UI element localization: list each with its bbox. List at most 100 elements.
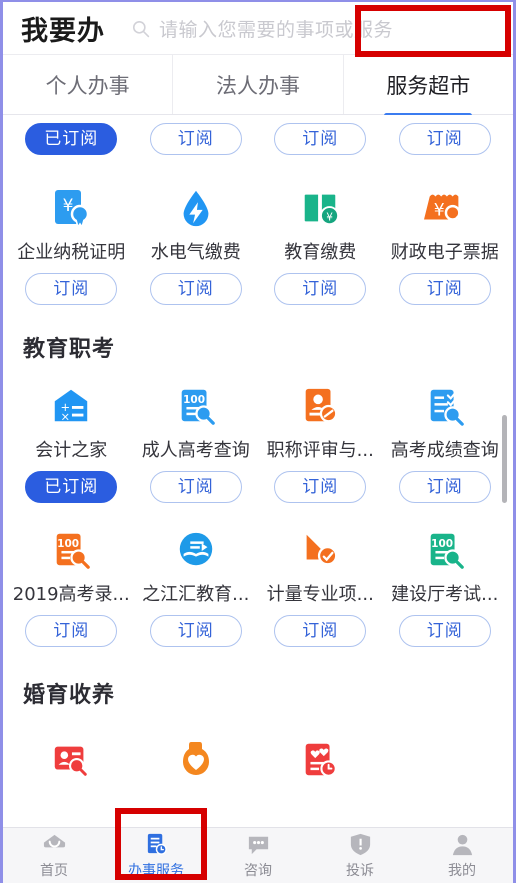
list-item[interactable]: ¥ 企业纳税证明 订阅 [9,177,134,305]
list-item-label: 高考成绩查询 [390,440,499,461]
subscribe-button[interactable]: 订阅 [398,123,491,155]
construction-exam-icon: 100 [422,527,468,573]
chat-icon [245,832,271,858]
tab-legal-label: 法人办事 [215,73,300,98]
nav-item-complaint[interactable]: 投诉 [309,828,411,883]
subscribe-button[interactable]: 订阅 [149,123,242,155]
marriage-record-query-icon [48,737,94,783]
birth-record-icon [297,737,343,783]
subscribe-button[interactable]: 订阅 [398,615,491,647]
nav-item-services[interactable]: 办事服务 [105,828,207,883]
nav-item-home[interactable]: 首页 [3,828,105,883]
list-item[interactable]: ¥ 教育缴费 订阅 [258,177,383,305]
list-item-label: 财政电子票据 [390,242,499,263]
metrology-project-icon [297,527,343,573]
list-item[interactable]: + × 会计之家 已订阅 [9,375,134,503]
list-item[interactable]: 100 建设厅考试... 订阅 [383,519,508,647]
list-item[interactable] [9,729,134,799]
education-payment-icon: ¥ [297,185,343,231]
list-item[interactable] [134,729,259,799]
nav-item-consult[interactable]: 咨询 [207,828,309,883]
tax-certificate-icon: ¥ [48,185,94,231]
vertical-scrollbar[interactable] [502,415,507,503]
service-doc-icon [143,832,169,858]
subscribe-button[interactable]: 订阅 [274,615,367,647]
list-item-label: 会计之家 [35,440,108,461]
list-item-label: 之江汇教育... [142,584,250,605]
subscribe-button[interactable]: 订阅 [25,615,118,647]
subscribe-button[interactable]: 订阅 [149,615,242,647]
list-item[interactable]: 之江汇教育... 订阅 [134,519,259,647]
app-screen: 我要办 请输入您需要的事项或服务 个人办事 法人办事 服务超市 已订阅 订阅 订… [0,0,516,883]
svg-text:100: 100 [431,538,453,550]
list-item-label: 成人高考查询 [141,440,250,461]
complaint-shield-icon [347,832,373,858]
svg-text:¥: ¥ [326,211,333,223]
list-item[interactable]: 水电气缴费 订阅 [134,177,259,305]
nav-item-profile[interactable]: 我的 [411,828,513,883]
list-item-label: 水电气缴费 [150,242,241,263]
list-item[interactable]: 100 2019高考录... 订阅 [9,519,134,647]
utility-payment-icon [173,185,219,231]
subscribe-button[interactable]: 订阅 [274,471,367,503]
list-item-label: 职称评审与... [266,440,374,461]
accounting-home-icon: + × [48,383,94,429]
user-profile-icon [449,832,475,858]
list-item[interactable]: 订阅 [383,123,508,155]
subscribe-button[interactable]: 已订阅 [25,471,118,503]
list-item[interactable]: 订阅 [134,123,259,155]
tab-personal[interactable]: 个人办事 [3,55,174,114]
list-item[interactable]: 订阅 [258,123,383,155]
list-item[interactable]: 高考成绩查询 订阅 [383,375,508,503]
nav-item-services-label: 办事服务 [128,862,184,879]
list-item[interactable]: 职称评审与... 订阅 [258,375,383,503]
search-placeholder: 请输入您需要的事项或服务 [159,18,394,41]
page-title: 我要办 [21,15,105,47]
service-row-education-2: 100 2019高考录... 订阅 之江汇教育... 订阅 计量专业项... 订… [3,503,513,647]
svg-text:×: × [61,409,71,423]
section-title-education: 教育职考 [23,337,116,362]
subscribe-button[interactable]: 订阅 [274,123,367,155]
tab-personal-label: 个人办事 [45,73,130,98]
search-icon [131,19,150,38]
gaokao-score-icon [422,383,468,429]
partial-service-row: 已订阅 订阅 订阅 订阅 [3,115,513,155]
subscribe-button[interactable]: 订阅 [149,273,242,305]
tab-legal[interactable]: 法人办事 [173,55,344,114]
subscribe-button[interactable]: 订阅 [398,273,491,305]
subscribe-button[interactable]: 订阅 [149,471,242,503]
tab-bar: 个人办事 法人办事 服务超市 [3,54,513,115]
home-icon [41,832,67,858]
list-item[interactable]: 已订阅 [9,123,134,155]
nav-item-complaint-label: 投诉 [346,862,374,879]
nav-item-home-label: 首页 [40,862,68,879]
zhijianghui-edu-icon [173,527,219,573]
subscribe-button[interactable]: 已订阅 [25,123,118,155]
list-item-label: 2019高考录... [12,584,130,605]
list-item[interactable]: ¥ 财政电子票据 订阅 [383,177,508,305]
list-item[interactable]: 计量专业项... 订阅 [258,519,383,647]
search-input[interactable]: 请输入您需要的事项或服务 [131,15,513,42]
service-row-payments: ¥ 企业纳税证明 订阅 水电气缴费 订阅 ¥ 教育缴费 订阅 ¥ 财政电子票据 … [3,155,513,305]
section-title-marriage: 婚育收养 [23,683,116,708]
list-item-label: 建设厅考试... [391,584,499,605]
subscribe-button[interactable]: 订阅 [398,471,491,503]
svg-text:100: 100 [183,394,205,406]
list-item-label: 企业纳税证明 [17,242,126,263]
bottom-navigation-bar: 首页 办事服务 咨询 投诉 我的 [3,827,513,883]
list-item-label: 教育缴费 [284,242,357,263]
subscribe-button[interactable]: 订阅 [274,273,367,305]
content-scroll-area[interactable]: 已订阅 订阅 订阅 订阅 ¥ 企业纳税证明 订阅 水电气缴费 订阅 ¥ 教育缴费… [3,115,513,881]
service-row-education-1: + × 会计之家 已订阅 100 成人高考查询 订阅 职称评审与... 订阅 高… [3,369,513,503]
list-item[interactable] [383,729,508,799]
gaokao-admission-icon: 100 [48,527,94,573]
service-row-marriage-1 [3,715,513,799]
subscribe-button[interactable]: 订阅 [25,273,118,305]
list-item-label: 计量专业项... [266,584,374,605]
heart-care-icon [173,737,219,783]
app-header: 我要办 请输入您需要的事项或服务 [3,2,513,54]
tab-service-market[interactable]: 服务超市 [344,55,513,114]
e-invoice-icon: ¥ [422,185,468,231]
list-item[interactable]: 100 成人高考查询 订阅 [134,375,259,503]
list-item[interactable] [258,729,383,799]
